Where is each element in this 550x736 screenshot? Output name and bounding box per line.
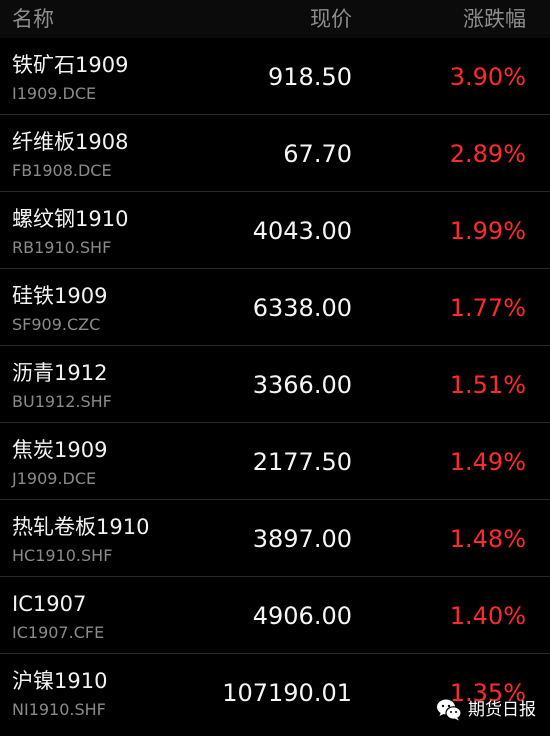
last-price: 3897.00 (252, 525, 352, 553)
last-price: 107190.01 (222, 679, 352, 707)
contract-name: IC1907 (12, 592, 87, 616)
column-header-change[interactable]: 涨跌幅 (463, 6, 526, 32)
contract-code: SF909.CZC (12, 315, 101, 334)
quote-row[interactable]: 铁矿石1909 I1909.DCE 918.50 3.90% (0, 38, 550, 115)
change-percent: 1.49% (449, 448, 526, 476)
quote-row[interactable]: 沥青1912 BU1912.SHF 3366.00 1.51% (0, 346, 550, 423)
change-percent: 1.77% (449, 294, 526, 322)
quote-row[interactable]: 焦炭1909 J1909.DCE 2177.50 1.49% (0, 423, 550, 500)
list-header: 名称 现价 涨跌幅 (0, 0, 550, 38)
contract-code: IC1907.CFE (12, 623, 105, 642)
contract-name: 沪镍1910 (12, 669, 108, 693)
quote-list: 铁矿石1909 I1909.DCE 918.50 3.90% 纤维板1908 F… (0, 38, 550, 730)
contract-code: RB1910.SHF (12, 238, 112, 257)
change-percent: 1.40% (449, 602, 526, 630)
contract-code: HC1910.SHF (12, 546, 113, 565)
column-header-price[interactable]: 现价 (262, 6, 352, 32)
contract-code: I1909.DCE (12, 84, 97, 103)
last-price: 4043.00 (252, 217, 352, 245)
last-price: 67.70 (283, 140, 352, 168)
contract-name: 热轧卷板1910 (12, 515, 150, 539)
last-price: 2177.50 (252, 448, 352, 476)
last-price: 3366.00 (252, 371, 352, 399)
watermark-text: 期货日报 (468, 700, 536, 720)
change-percent: 1.99% (449, 217, 526, 245)
change-percent: 3.90% (449, 63, 526, 91)
last-price: 4906.00 (252, 602, 352, 630)
contract-name: 螺纹钢1910 (12, 207, 129, 231)
last-price: 918.50 (268, 63, 352, 91)
contract-code: NI1910.SHF (12, 700, 106, 719)
column-header-name[interactable]: 名称 (12, 6, 54, 32)
contract-code: J1909.DCE (12, 469, 97, 488)
quote-row[interactable]: 纤维板1908 FB1908.DCE 67.70 2.89% (0, 115, 550, 192)
contract-code: BU1912.SHF (12, 392, 112, 411)
contract-name: 沥青1912 (12, 361, 108, 385)
contract-code: FB1908.DCE (12, 161, 112, 180)
wechat-icon (436, 698, 462, 722)
contract-name: 硅铁1909 (12, 284, 108, 308)
quote-row[interactable]: 热轧卷板1910 HC1910.SHF 3897.00 1.48% (0, 500, 550, 577)
last-price: 6338.00 (252, 294, 352, 322)
watermark: 期货日报 (436, 696, 536, 724)
change-percent: 1.51% (449, 371, 526, 399)
contract-name: 纤维板1908 (12, 130, 129, 154)
change-percent: 2.89% (449, 140, 526, 168)
contract-name: 焦炭1909 (12, 438, 108, 462)
contract-name: 铁矿石1909 (12, 53, 129, 77)
quote-row[interactable]: 螺纹钢1910 RB1910.SHF 4043.00 1.99% (0, 192, 550, 269)
quote-row[interactable]: IC1907 IC1907.CFE 4906.00 1.40% (0, 577, 550, 654)
quote-row[interactable]: 硅铁1909 SF909.CZC 6338.00 1.77% (0, 269, 550, 346)
change-percent: 1.48% (449, 525, 526, 553)
